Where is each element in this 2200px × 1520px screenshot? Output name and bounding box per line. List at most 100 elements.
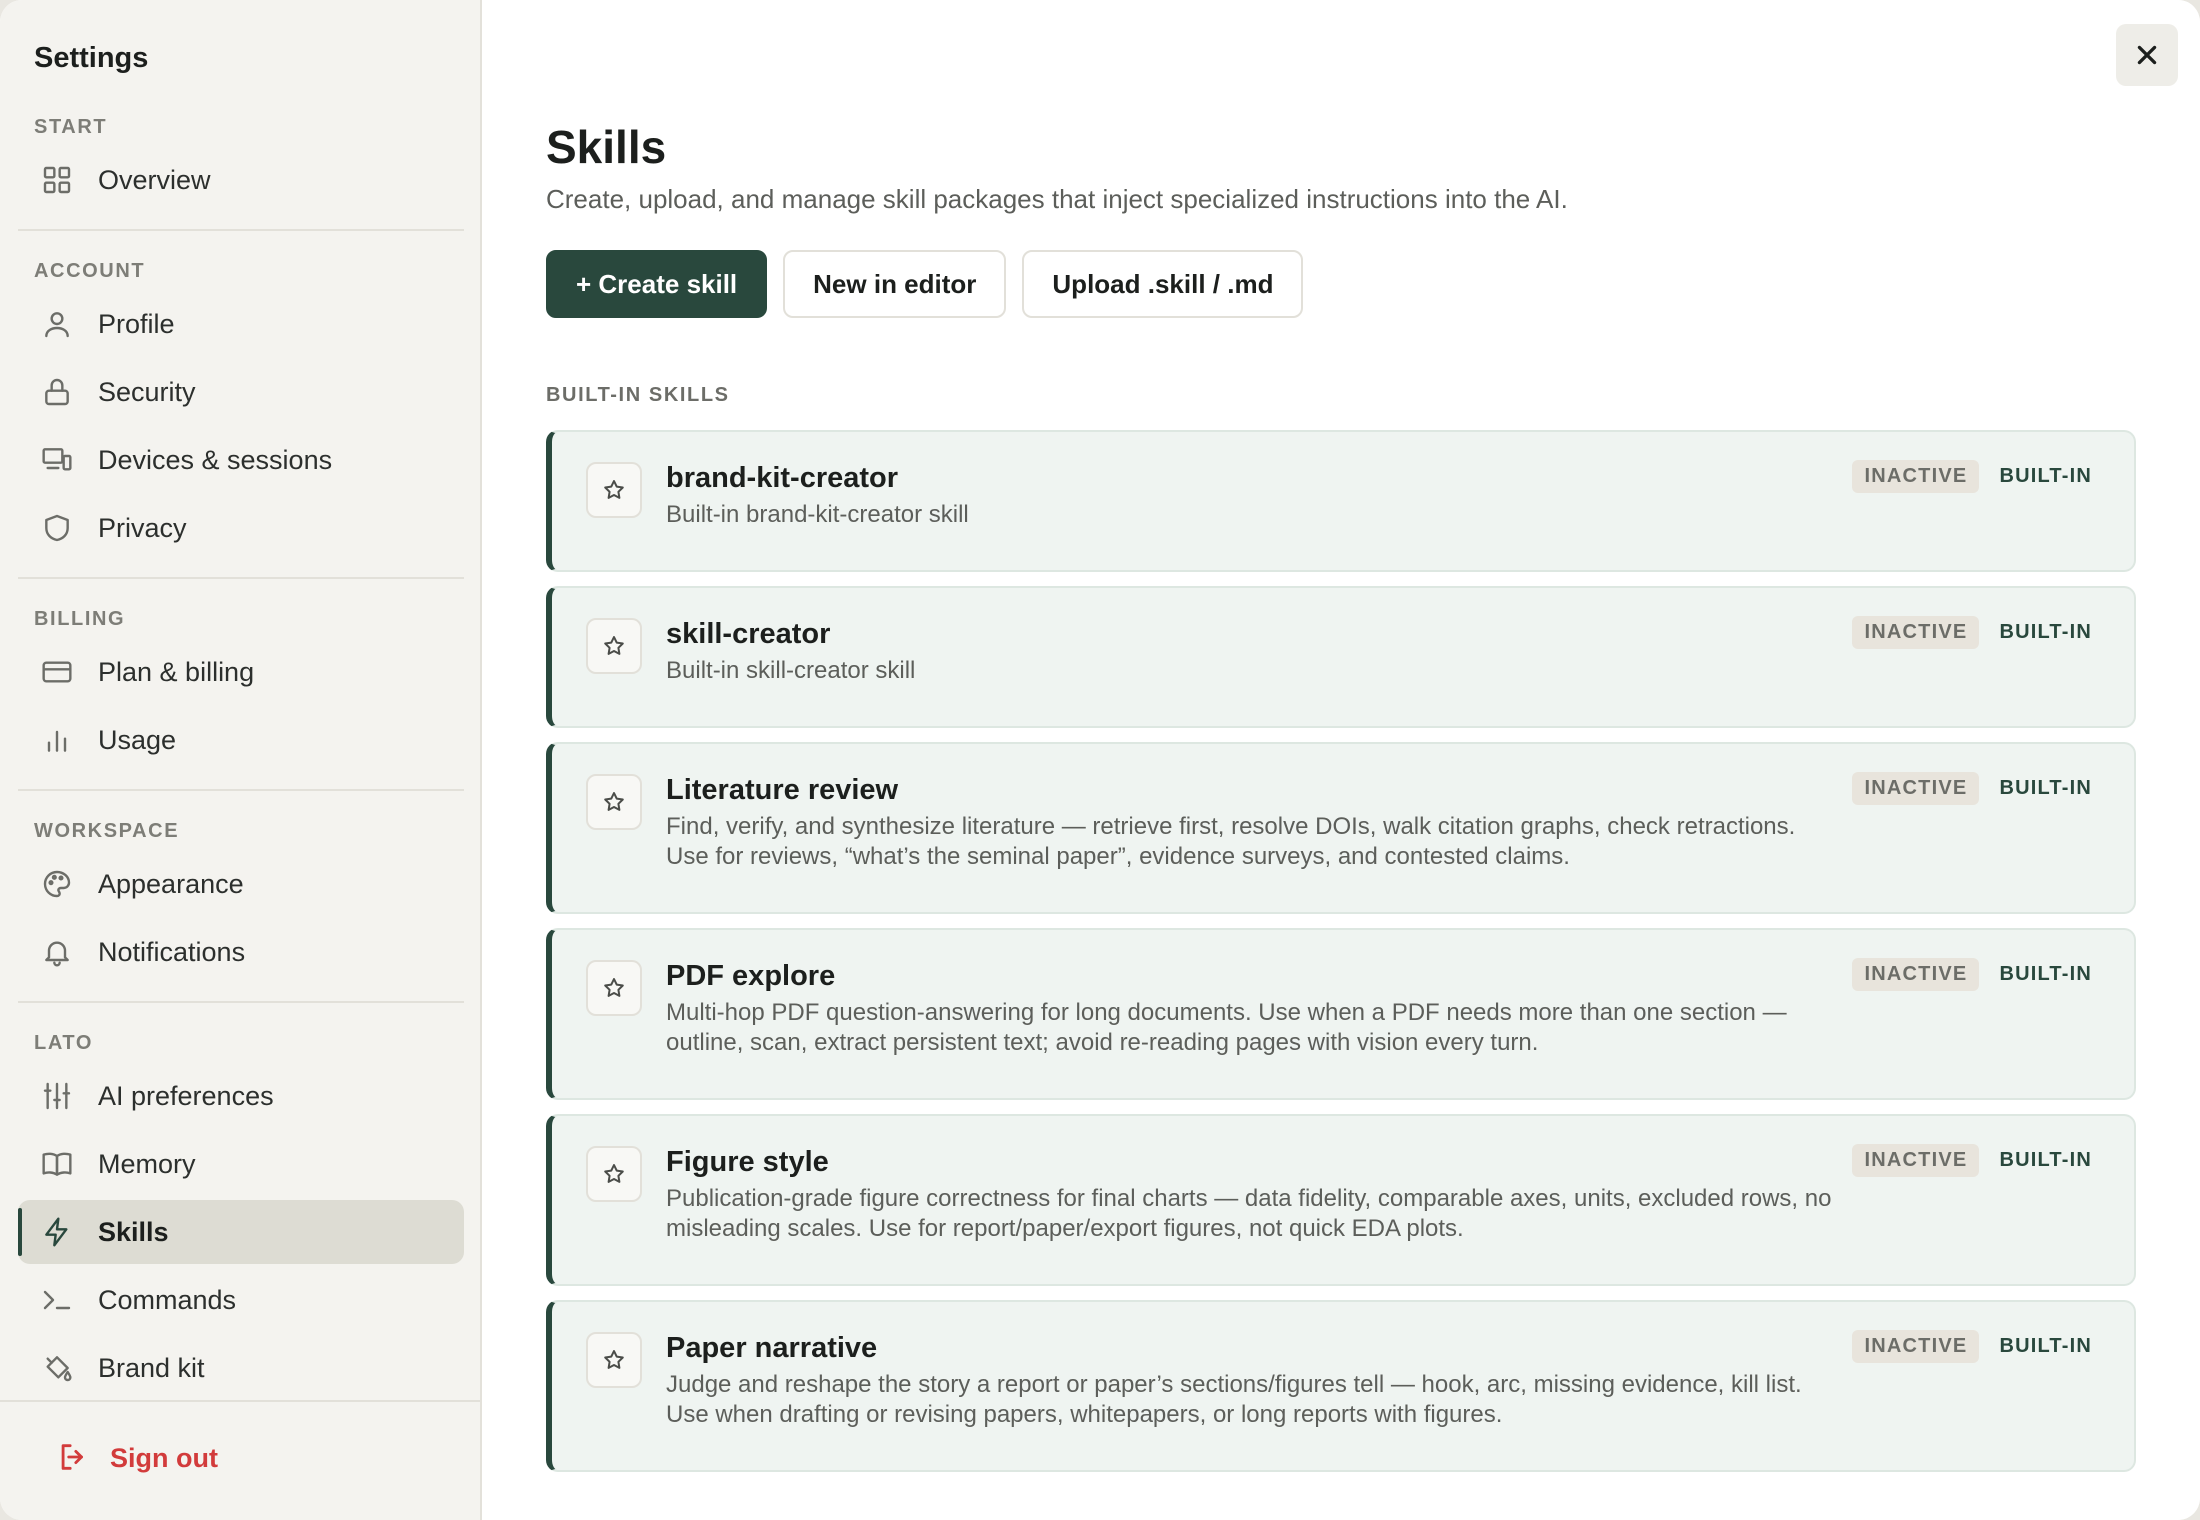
status-badge: INACTIVE [1852,460,1980,493]
sidebar-item-appearance[interactable]: Appearance [18,852,464,916]
skill-description: Built-in brand-kit-creator skill [666,501,969,528]
sidebar-item-privacy[interactable]: Privacy [18,496,464,560]
action-buttons: + Create skill New in editor Upload .ski… [546,250,1304,318]
skill-description: Publication-grade figure correctness for… [666,1185,1832,1242]
sidebar-item-label: Devices & sessions [98,444,333,475]
credit-card-icon [40,655,74,689]
user-icon [40,307,74,341]
star-icon [604,1350,624,1369]
upload-skill-button[interactable]: Upload .skill / .md [1022,250,1304,318]
favorite-toggle-button[interactable] [586,1146,642,1202]
section-label-lato: LATO [34,1032,93,1054]
grid-icon [40,163,74,197]
close-button[interactable] [2116,24,2178,86]
settings-sidebar: Settings START Overview ACCOUNT Profile … [0,0,482,1520]
favorite-toggle-button[interactable] [586,462,642,518]
bell-icon [40,935,74,969]
sidebar-item-overview[interactable]: Overview [18,148,464,212]
skill-card[interactable]: Literature review Find, verify, and synt… [546,742,2136,914]
sidebar-item-label: Plan & billing [98,656,255,687]
sidebar-item-label: Memory [98,1148,196,1179]
sidebar-item-devices[interactable]: Devices & sessions [18,428,464,492]
sidebar-title: Settings [34,42,149,74]
sidebar-item-plan-billing[interactable]: Plan & billing [18,640,464,704]
star-icon [604,792,624,811]
sidebar-item-memory[interactable]: Memory [18,1132,464,1196]
status-badge: INACTIVE [1852,772,1980,805]
lock-icon [40,375,74,409]
sidebar-item-label: Appearance [98,868,244,899]
skill-name: Paper narrative [666,1332,878,1364]
sidebar-item-skills[interactable]: Skills [18,1200,464,1264]
lightning-icon [40,1215,74,1249]
section-label-workspace: WORKSPACE [34,820,180,842]
sidebar-item-label: AI preferences [98,1080,274,1111]
palette-icon [40,867,74,901]
skill-badges: INACTIVE BUILT-IN [1852,772,2092,805]
sidebar-item-label: Brand kit [98,1352,205,1383]
sign-out-label: Sign out [110,1442,218,1473]
skills-panel: Skills Create, upload, and manage skill … [482,0,2200,1520]
type-badge: BUILT-IN [1999,621,2092,643]
close-icon [2137,45,2157,65]
status-badge: INACTIVE [1852,958,1980,991]
star-icon [604,978,624,997]
star-icon [604,480,624,499]
terminal-icon [40,1283,74,1317]
type-badge: BUILT-IN [1999,465,2092,487]
section-label-start: START [34,116,108,138]
skill-badges: INACTIVE BUILT-IN [1852,1144,2092,1177]
type-badge: BUILT-IN [1999,1149,2092,1171]
devices-icon [40,443,74,477]
skill-description: Built-in skill-creator skill [666,657,916,684]
favorite-toggle-button[interactable] [586,1332,642,1388]
sidebar-footer: Sign out [0,1400,480,1520]
settings-window: Settings START Overview ACCOUNT Profile … [0,0,2200,1520]
section-label-account: ACCOUNT [34,260,146,282]
sidebar-divider [18,1001,464,1003]
new-in-editor-button[interactable]: New in editor [783,250,1007,318]
skill-card[interactable]: skill-creator Built-in skill-creator ski… [546,586,2136,728]
sidebar-item-usage[interactable]: Usage [18,708,464,772]
skill-badges: INACTIVE BUILT-IN [1852,958,2092,991]
favorite-toggle-button[interactable] [586,960,642,1016]
skill-card[interactable]: Figure style Publication-grade figure co… [546,1114,2136,1286]
sidebar-item-label: Privacy [98,512,187,543]
status-badge: INACTIVE [1852,1144,1980,1177]
skill-badges: INACTIVE BUILT-IN [1852,1330,2092,1363]
favorite-toggle-button[interactable] [586,618,642,674]
sidebar-scroll-area[interactable]: Settings START Overview ACCOUNT Profile … [0,0,480,1400]
sidebar-item-label: Notifications [98,936,246,967]
sidebar-item-profile[interactable]: Profile [18,292,464,356]
sidebar-item-ai-preferences[interactable]: AI preferences [18,1064,464,1128]
paint-bucket-icon [40,1351,74,1385]
skill-card[interactable]: PDF explore Multi-hop PDF question-answe… [546,928,2136,1100]
sidebar-item-label: Commands [98,1284,237,1315]
skill-card[interactable]: brand-kit-creator Built-in brand-kit-cre… [546,430,2136,572]
create-skill-button[interactable]: + Create skill [546,250,768,318]
sidebar-item-notifications[interactable]: Notifications [18,920,464,984]
skill-name: PDF explore [666,960,836,992]
sidebar-item-commands[interactable]: Commands [18,1268,464,1332]
sidebar-divider [18,577,464,579]
page-subtitle: Create, upload, and manage skill package… [546,184,1568,214]
status-badge: INACTIVE [1852,616,1980,649]
sidebar-divider [18,229,464,231]
skill-card[interactable]: Paper narrative Judge and reshape the st… [546,1300,2136,1472]
sidebar-item-label: Security [98,376,196,407]
skill-name: Figure style [666,1146,829,1178]
skill-name: brand-kit-creator [666,462,899,494]
star-icon [604,1164,624,1183]
built-in-skills-label: BUILT-IN SKILLS [546,384,730,406]
sidebar-item-brand-kit[interactable]: Brand kit [18,1336,464,1400]
status-badge: INACTIVE [1852,1330,1980,1363]
sign-out-button[interactable]: Sign out [34,1426,218,1490]
favorite-toggle-button[interactable] [586,774,642,830]
sidebar-item-security[interactable]: Security [18,360,464,424]
type-badge: BUILT-IN [1999,777,2092,799]
skill-badges: INACTIVE BUILT-IN [1852,616,2092,649]
skill-name: Literature review [666,774,899,806]
sidebar-item-label: Overview [98,164,211,195]
skill-name: skill-creator [666,618,831,650]
star-icon [604,636,624,655]
